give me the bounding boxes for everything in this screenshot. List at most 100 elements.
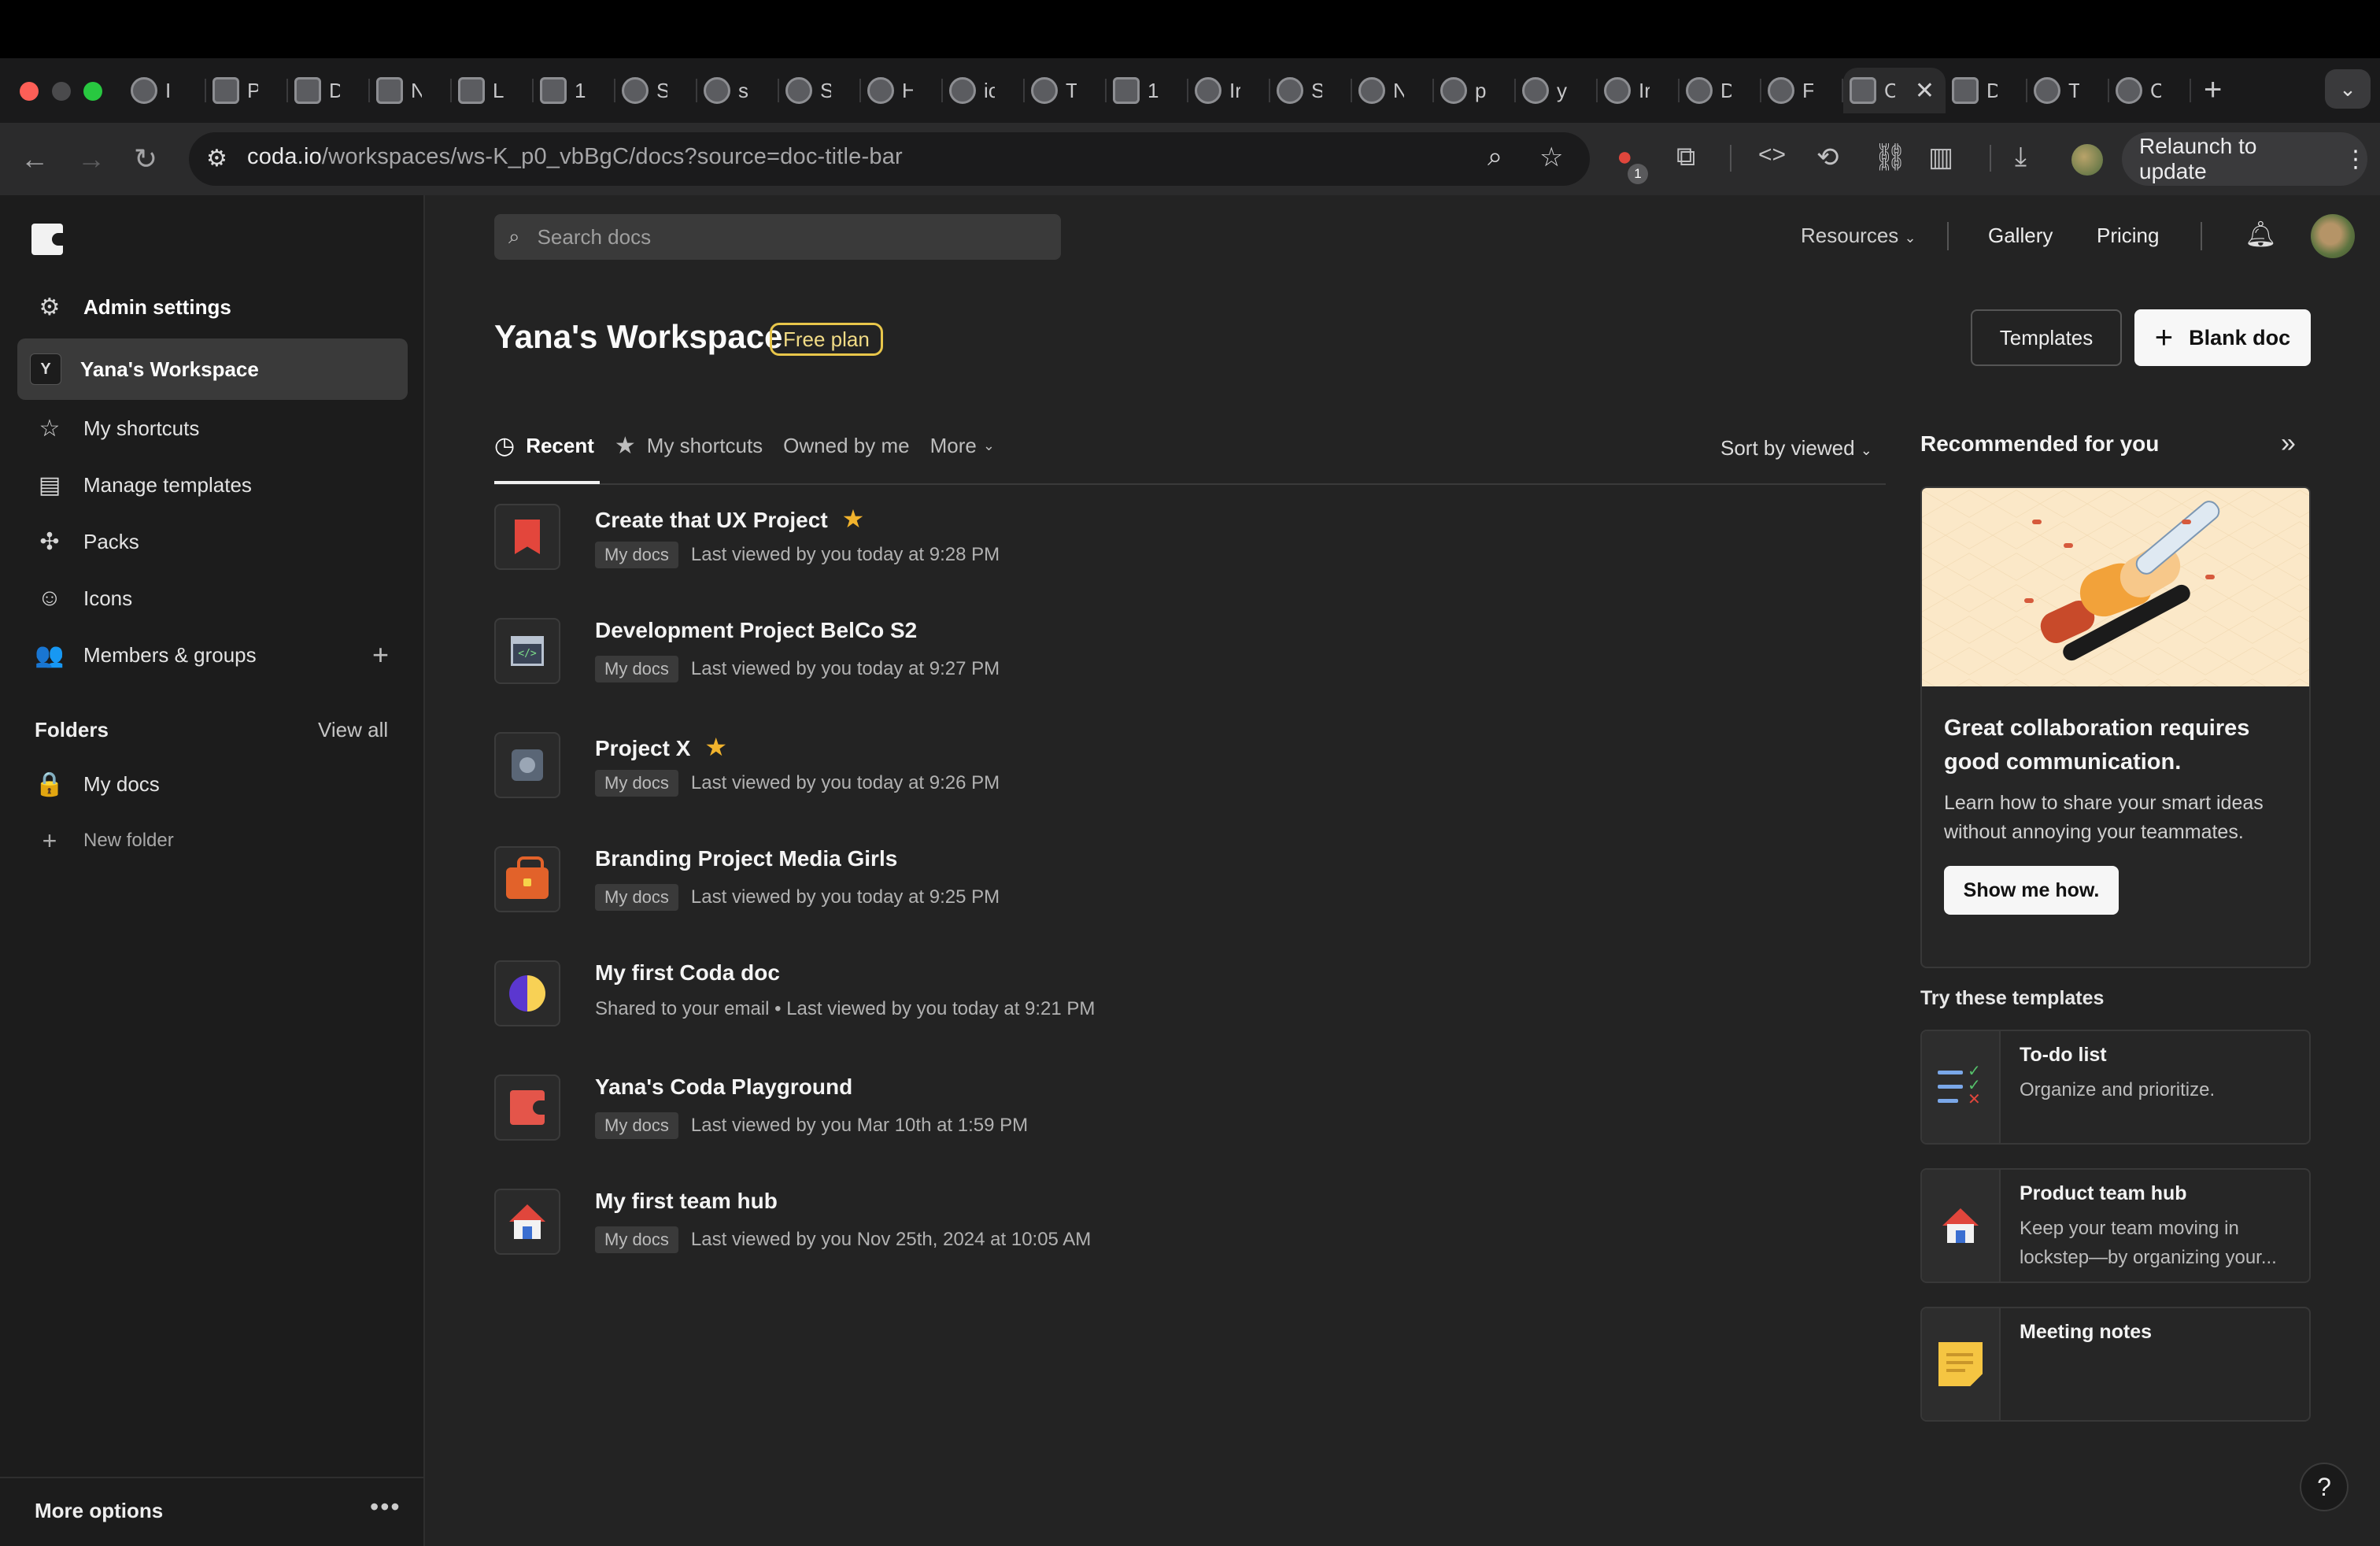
tab-search-button[interactable]: ⌄ [2325, 69, 2371, 109]
zoom-icon[interactable]: ⌕ [1488, 142, 1502, 172]
pricing-link[interactable]: Pricing [2097, 224, 2159, 248]
doc-row[interactable]: My first team hub My docs Last viewed by y… [494, 1189, 1879, 1275]
browser-tab[interactable]: S [615, 68, 697, 113]
bookmark-star-icon[interactable]: ☆ [1539, 142, 1563, 173]
templates-button[interactable]: Templates [1971, 309, 2122, 366]
doc-row[interactable]: My first Coda doc Shared to your email • … [494, 960, 1879, 1047]
close-tab-icon[interactable]: ✕ [1915, 77, 1935, 105]
browser-tab[interactable]: C [2109, 68, 2191, 113]
coda-logo[interactable] [31, 224, 63, 255]
link-icon[interactable]: ⛓ [1873, 142, 1907, 173]
back-icon[interactable]: ← [20, 142, 49, 176]
browser-tab[interactable]: S [779, 68, 861, 113]
sidebar-item-members-groups[interactable]: 👥 Members & groups + [17, 627, 408, 683]
gallery-link[interactable]: Gallery [1988, 224, 2053, 248]
doc-title-text: My first Coda doc [595, 960, 780, 985]
sidebar-item-my-docs[interactable]: 🔒 My docs [17, 756, 408, 812]
doc-row[interactable]: Yana's Coda Playground My docs Last viewed… [494, 1074, 1879, 1161]
user-avatar[interactable] [2311, 214, 2355, 258]
browser-tab[interactable]: I [124, 68, 206, 113]
browser-tab[interactable]: Ir [1188, 68, 1270, 113]
show-me-how-button[interactable]: Show me how. [1944, 866, 2119, 915]
more-dots-icon[interactable]: ••• [370, 1492, 401, 1522]
bell-icon[interactable]: 🔔︎ [2245, 219, 2277, 249]
forward-icon[interactable]: → [77, 142, 105, 176]
reload-icon[interactable]: ↻ [134, 142, 157, 176]
doc-row[interactable]: Create that UX Project ★ My docs Last viewe… [494, 504, 1879, 590]
site-info-icon[interactable]: ⚙ [206, 145, 227, 172]
tab-more[interactable]: More ⌄ [930, 434, 995, 458]
browser-tab[interactable]: F [1761, 68, 1843, 113]
browser-tab[interactable]: s [697, 68, 779, 113]
folder-tag[interactable]: My docs [595, 1226, 678, 1253]
new-folder-button[interactable]: + New folder [17, 812, 408, 869]
relaunch-button[interactable]: Relaunch to update ⋮ [2122, 132, 2367, 186]
browser-tab[interactable]: p [1434, 68, 1516, 113]
sidebar-item-my-shortcuts[interactable]: ☆ My shortcuts [17, 400, 408, 457]
browser-tab[interactable]: ic [943, 68, 1025, 113]
extensions-icon[interactable]: ⧉ [1676, 142, 1695, 172]
people-icon: 👥 [35, 642, 65, 668]
view-all-folders-link[interactable]: View all [318, 718, 388, 742]
help-button[interactable]: ? [2300, 1463, 2349, 1511]
star-icon[interactable]: ★ [704, 733, 727, 761]
doc-row[interactable]: </> Development Project BelCo S2 My docs La… [494, 618, 1879, 705]
downloads-icon[interactable]: ⤓ [2015, 142, 2027, 172]
minimize-window-button[interactable] [52, 82, 71, 101]
blank-doc-button[interactable]: + Blank doc [2134, 309, 2311, 366]
url-text[interactable]: coda.io/workspaces/ws-K_p0_vbBgC/docs?so… [247, 144, 903, 170]
history-icon[interactable]: ⟲ [1816, 142, 1839, 173]
browser-tab[interactable]: H [861, 68, 943, 113]
browser-tab[interactable]: L [452, 68, 534, 113]
add-member-icon[interactable]: + [372, 638, 389, 671]
sidebar-item-workspace[interactable]: Y Yana's Workspace [17, 338, 408, 400]
browser-tab[interactable]: y [1516, 68, 1598, 113]
more-options-label[interactable]: More options [35, 1499, 163, 1523]
doc-row[interactable]: Branding Project Media Girls My docs Last … [494, 846, 1879, 933]
browser-tab[interactable]: Ir [1598, 68, 1680, 113]
browser-tab[interactable]: T [1025, 68, 1107, 113]
template-card-meeting-notes[interactable]: Meeting notes [1920, 1307, 2311, 1422]
reading-list-icon[interactable]: ▥ [1928, 142, 1953, 173]
browser-tab[interactable]: C ✕ [1843, 68, 1946, 113]
sidebar-item-label: Admin settings [83, 294, 231, 319]
browser-tab[interactable]: 1 [534, 68, 615, 113]
browser-tab[interactable]: S [1270, 68, 1352, 113]
browser-tab[interactable]: D [1680, 68, 1761, 113]
browser-tab[interactable]: P [206, 68, 288, 113]
tab-title: C [1884, 78, 1895, 102]
browser-tab[interactable]: N [370, 68, 452, 113]
folder-tag[interactable]: My docs [595, 884, 678, 911]
browser-tab[interactable]: T [2027, 68, 2109, 113]
doc-row[interactable]: Project X ★ My docs Last viewed by you toda… [494, 732, 1879, 819]
tab-my-shortcuts[interactable]: ★ My shortcuts [615, 432, 763, 460]
browser-tab[interactable]: 1 [1107, 68, 1188, 113]
sidebar-item-packs[interactable]: ✣ Packs [17, 513, 408, 570]
browser-tab[interactable]: D [288, 68, 370, 113]
tab-label: My shortcuts [646, 433, 763, 457]
template-card-product-team-hub[interactable]: Product team hub Keep your team moving i… [1920, 1168, 2311, 1283]
collapse-panel-icon[interactable]: » [2281, 428, 2296, 459]
search-input[interactable]: ⌕ Search docs [494, 214, 1061, 260]
plan-badge[interactable]: Free plan [770, 323, 883, 356]
sidebar-item-admin-settings[interactable]: ⚙ Admin settings [17, 279, 408, 335]
profile-avatar[interactable] [2071, 144, 2103, 176]
resources-menu[interactable]: Resources ⌄ [1801, 224, 1916, 248]
folder-tag[interactable]: My docs [595, 542, 678, 568]
tab-owned-by-me[interactable]: Owned by me [783, 434, 909, 458]
new-tab-button[interactable]: + [2204, 72, 2222, 108]
sidebar-item-manage-templates[interactable]: ▤ Manage templates [17, 457, 408, 513]
browser-tab[interactable]: N [1352, 68, 1434, 113]
sort-dropdown[interactable]: Sort by viewed ⌄ [1720, 436, 1872, 460]
tab-recent[interactable]: ◷ Recent [494, 432, 594, 460]
folder-tag[interactable]: My docs [595, 656, 678, 682]
folder-tag[interactable]: My docs [595, 770, 678, 797]
template-card-todo[interactable]: ✓ ✓ ✕ To-do list Organize and prioritize… [1920, 1030, 2311, 1145]
devtools-icon[interactable]: <> [1758, 142, 1786, 168]
folder-tag[interactable]: My docs [595, 1112, 678, 1139]
star-icon[interactable]: ★ [842, 505, 865, 533]
browser-tab[interactable]: D [1946, 68, 2027, 113]
maximize-window-button[interactable] [83, 82, 102, 101]
sidebar-item-icons[interactable]: ☺ Icons [17, 570, 408, 627]
close-window-button[interactable] [20, 82, 39, 101]
